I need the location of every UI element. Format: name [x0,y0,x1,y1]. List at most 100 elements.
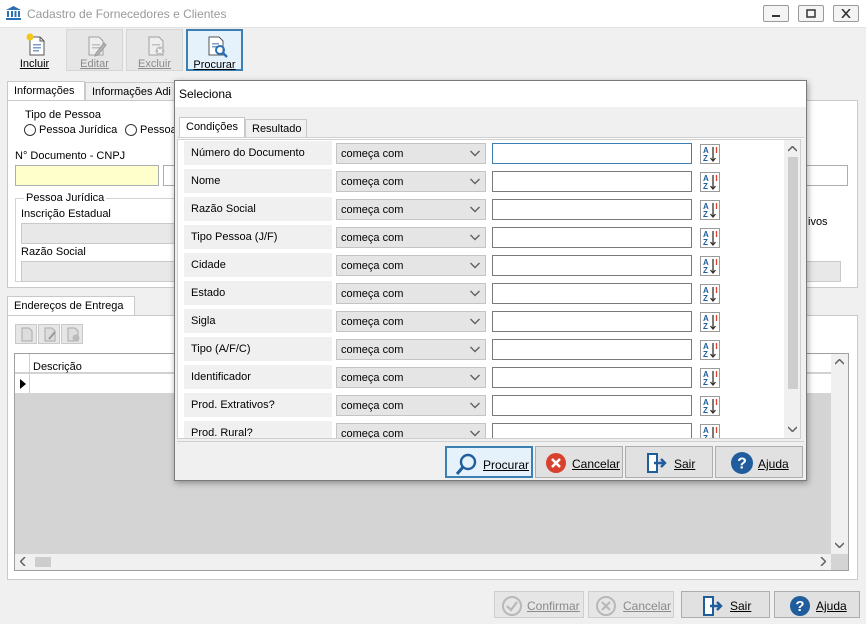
razao-input[interactable] [21,261,177,282]
sort-az-icon: AZ [700,144,720,164]
condition-sort-button[interactable]: AZ [700,200,720,220]
conditions-scroll-thumb[interactable] [788,157,798,389]
excluir-label: Excluir [137,58,171,70]
right-input-partial[interactable] [806,165,848,186]
condition-operator-select[interactable]: começa com [336,423,486,439]
tab-condicoes[interactable]: Condições [179,117,245,138]
condition-value-field[interactable] [492,227,692,248]
condition-value-field[interactable] [492,311,692,332]
condition-value-input[interactable] [493,396,691,415]
chevron-down-icon [470,290,480,297]
condition-row: Nome começa com A Z [184,169,784,197]
condition-field-label: Nome [191,175,221,187]
condition-value-input[interactable] [493,340,691,359]
excluir-button[interactable]: Excluir [126,29,183,71]
condition-field-label: Tipo Pessoa (J/F) [191,231,278,243]
condition-operator-select[interactable]: começa com [336,255,486,276]
condition-operator-select[interactable]: começa com [336,227,486,248]
tab-informacoes-adicionais[interactable]: Informações Adi [85,82,177,102]
condition-value-input[interactable] [493,256,691,275]
minimize-button[interactable] [763,5,789,22]
tab-resultado[interactable]: Resultado [245,119,307,138]
condition-value-input[interactable] [493,368,691,387]
condition-sort-button[interactable]: AZ [700,284,720,304]
condition-value-input[interactable] [493,284,691,303]
confirmar-button[interactable]: Confirmar [494,591,584,618]
grid-delete-button[interactable] [61,324,83,344]
conditions-scrollbar[interactable] [784,140,800,438]
condition-value-input[interactable] [493,200,691,219]
condition-sort-button[interactable]: AZ [700,256,720,276]
condition-value-field[interactable] [492,339,692,360]
condition-operator-select[interactable]: começa com [336,199,486,220]
condition-sort-button[interactable]: AZ [700,172,720,192]
radio-pessoa-fisica[interactable]: Pessoa [125,124,177,138]
condition-value-input[interactable] [493,172,691,191]
condition-operator-select[interactable]: começa com [336,311,486,332]
condition-sort-button[interactable]: AZ [700,312,720,332]
procurar-button[interactable]: Procurar [186,29,243,71]
inscricao-label: Inscrição Estadual [21,208,111,220]
radio-juridica-label: Pessoa Jurídica [39,124,118,136]
condition-value-input[interactable] [493,312,691,331]
cancel-icon [596,596,616,616]
grid-add-button[interactable] [15,324,37,344]
condition-value-field[interactable] [492,199,692,220]
grid-horizontal-scrollbar[interactable] [15,554,831,570]
editar-button[interactable]: Editar [66,29,123,71]
radio-pessoa-juridica[interactable]: Pessoa Jurídica [24,124,124,138]
condition-value-field[interactable] [492,283,692,304]
condition-operator-select[interactable]: começa com [336,339,486,360]
condition-value-input[interactable] [493,228,691,247]
inscricao-input[interactable] [21,223,177,244]
dialog-cancelar-button[interactable]: Cancelar [535,446,623,478]
condition-value-field[interactable] [492,367,692,388]
condition-field-label: Número do Documento [191,147,305,159]
condition-operator-value: começa com [341,428,404,439]
incluir-button[interactable]: Incluir [6,29,63,71]
grid-edit-button[interactable] [38,324,60,344]
sort-az-icon: AZ [700,256,720,276]
tab-informacoes-adicionais-label: Informações Adi [92,86,171,98]
condition-value-field[interactable] [492,171,692,192]
condition-value-input[interactable] [493,424,691,438]
condition-value-field[interactable] [492,423,692,438]
condition-operator-select[interactable]: começa com [336,283,486,304]
cancelar-bottom-button[interactable]: Cancelar [588,591,674,618]
dialog-ajuda-button[interactable]: ? Ajuda [715,446,803,478]
tab-informacoes[interactable]: Informações [7,81,97,101]
condition-sort-button[interactable]: AZ [700,424,720,438]
tab-enderecos-entrega[interactable]: Endereços de Entrega [7,296,135,316]
row-pointer-icon [20,379,26,389]
ajuda-bottom-button[interactable]: ? Ajuda [774,591,860,618]
condition-sort-button[interactable]: AZ [700,144,720,164]
tab-condicoes-label: Condições [186,121,238,133]
h-scroll-thumb[interactable] [35,557,51,567]
condition-operator-value: começa com [341,288,404,300]
condition-sort-button[interactable]: AZ [700,340,720,360]
condition-value-field[interactable] [492,255,692,276]
condition-value-field[interactable] [492,143,692,164]
condition-value-field[interactable] [492,395,692,416]
condition-operator-select[interactable]: começa com [336,143,486,164]
documento-input[interactable] [15,165,159,186]
condition-value-input[interactable] [493,144,691,163]
dialog-procurar-button[interactable]: Procurar [445,446,533,478]
sair-bottom-button[interactable]: Sair [681,591,770,618]
dialog-sair-button[interactable]: Sair [625,446,713,478]
grid-vertical-scrollbar[interactable] [831,354,848,554]
sort-az-icon: AZ [700,228,720,248]
condition-sort-button[interactable]: AZ [700,396,720,416]
condition-operator-select[interactable]: começa com [336,395,486,416]
condition-field-cell: Número do Documento [184,141,332,166]
maximize-button[interactable] [798,5,824,22]
scroll-up-icon [788,146,797,152]
condition-operator-select[interactable]: começa com [336,171,486,192]
condition-operator-select[interactable]: começa com [336,367,486,388]
right-gray-input[interactable] [806,261,841,282]
condition-sort-button[interactable]: AZ [700,368,720,388]
sort-az-icon: AZ [700,172,720,192]
conditions-list: Número do Documento começa com A Z Nome começ… [177,139,801,439]
condition-sort-button[interactable]: AZ [700,228,720,248]
close-window-button[interactable] [833,5,859,22]
